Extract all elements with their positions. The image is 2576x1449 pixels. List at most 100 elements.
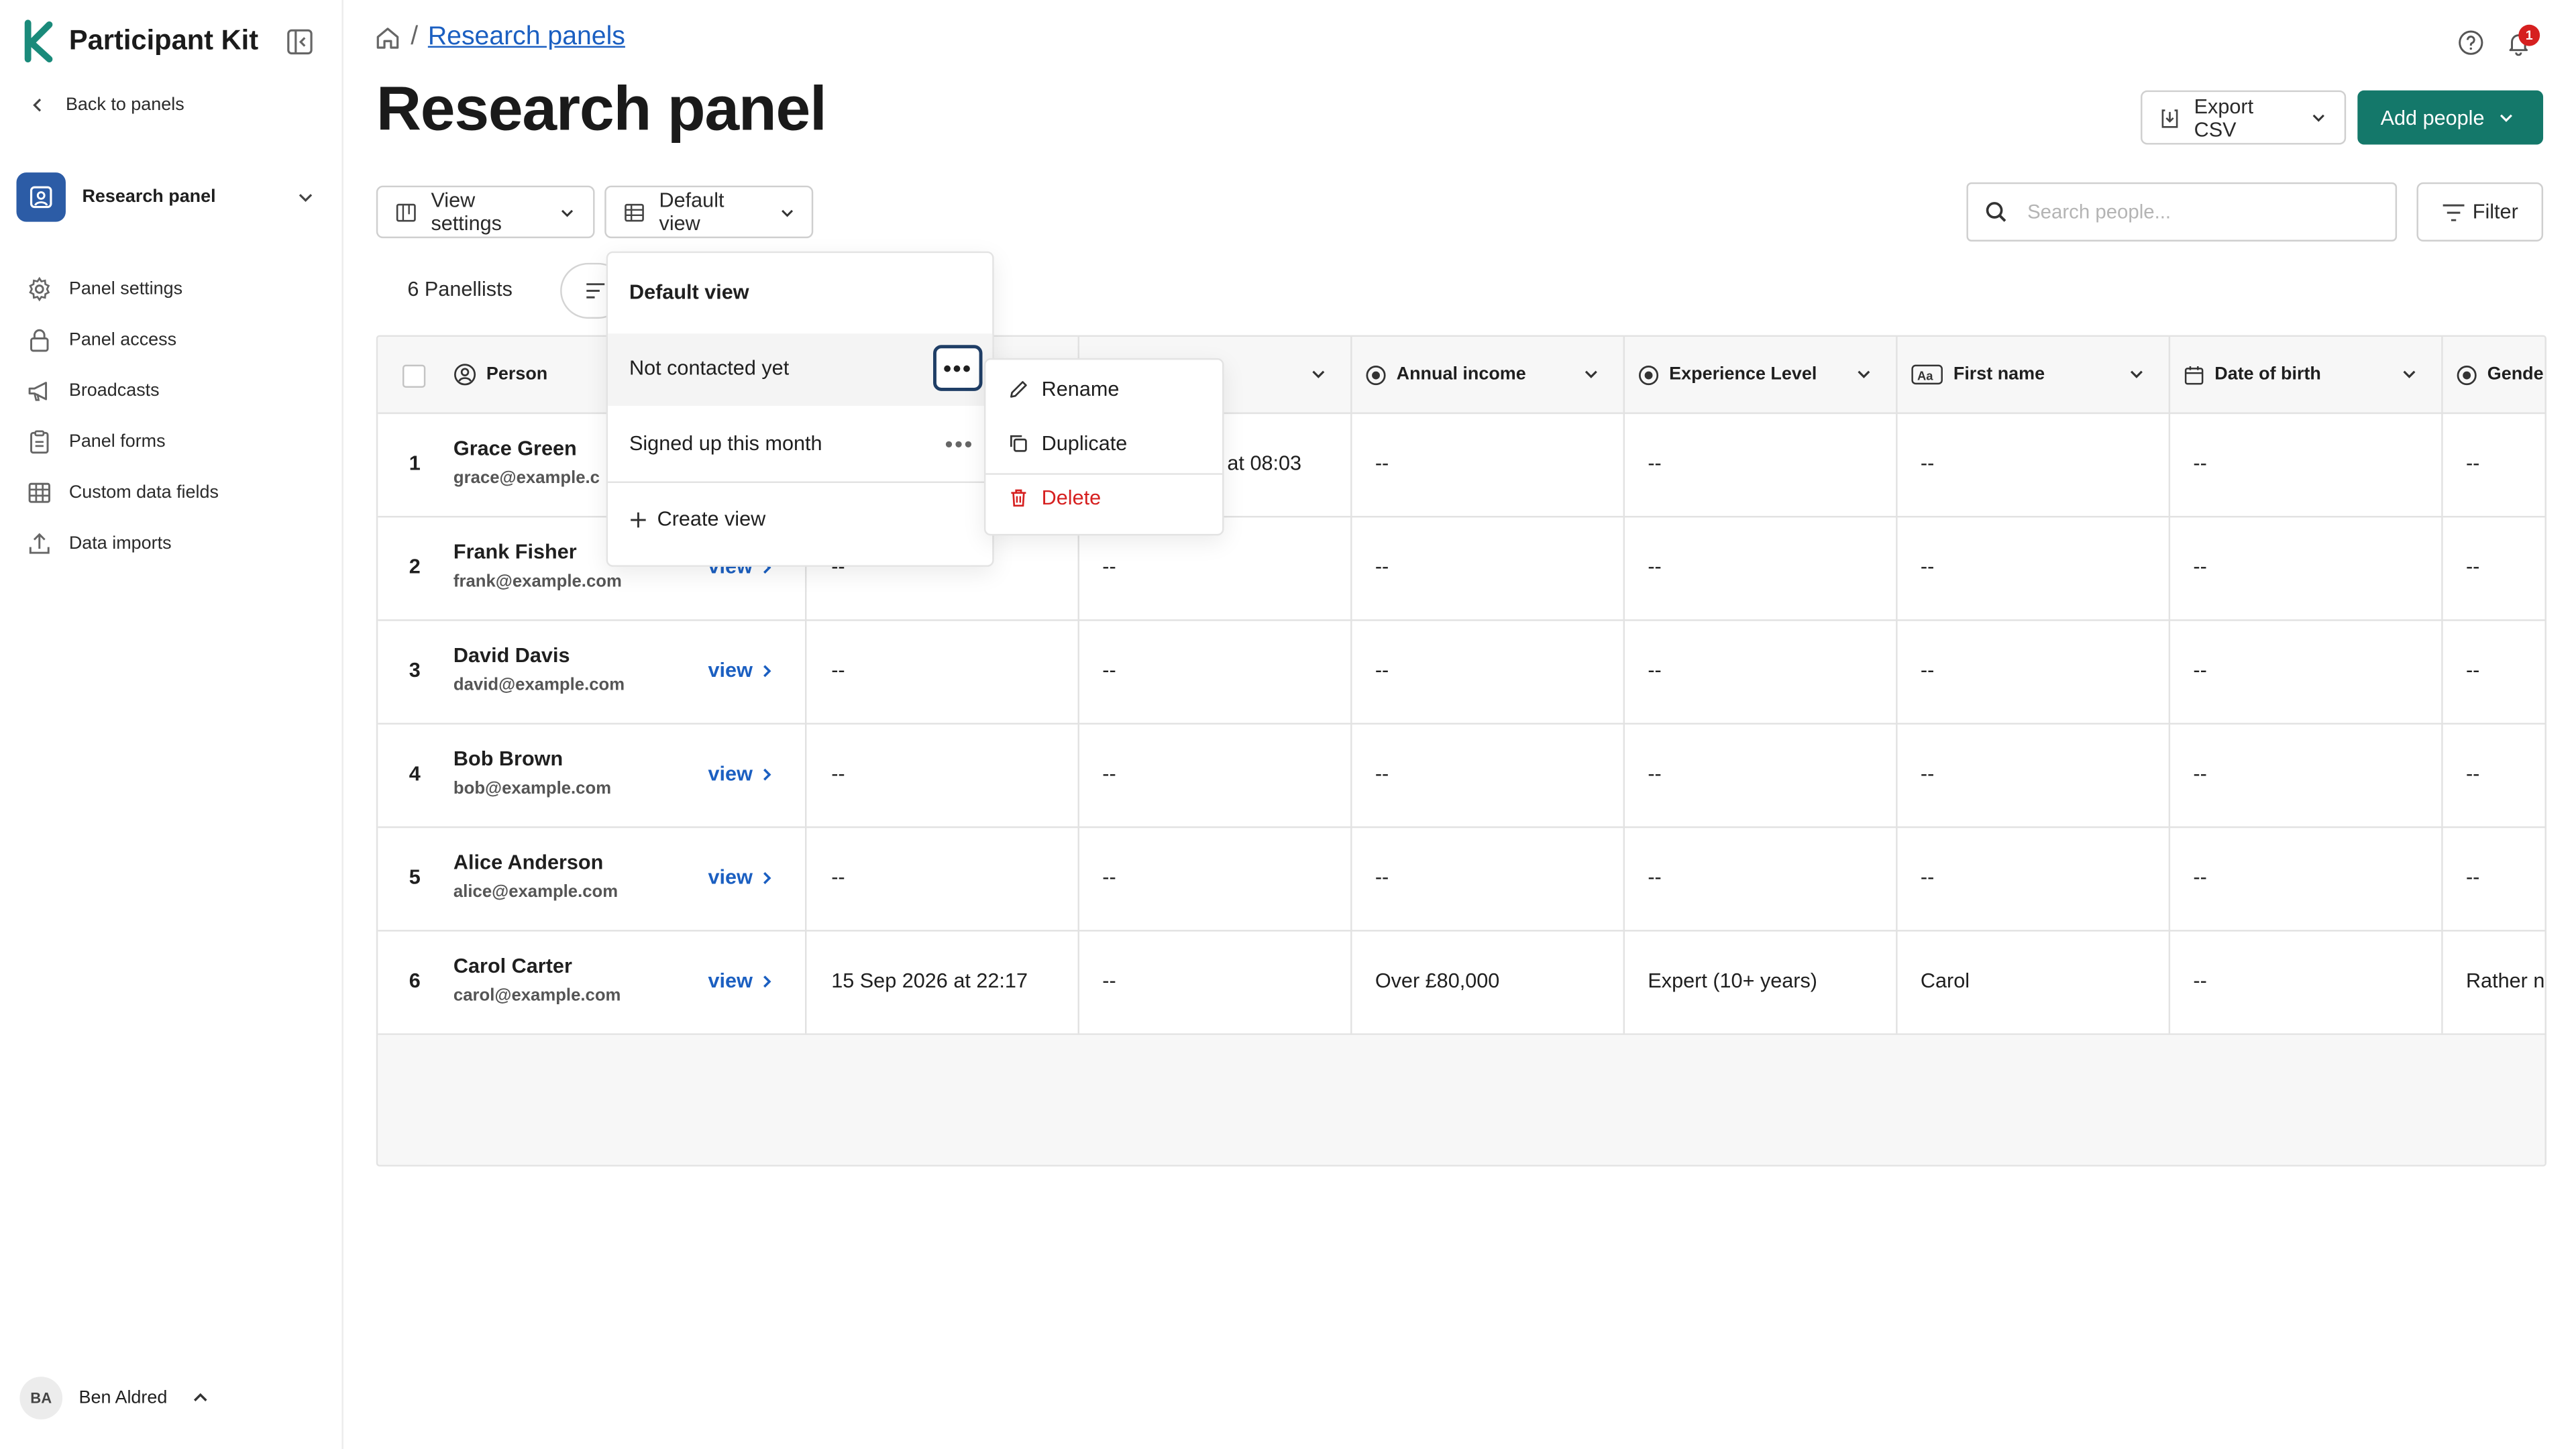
- row-number: 4: [409, 762, 421, 786]
- back-to-panels-label: Back to panels: [65, 95, 184, 115]
- column-header-first-name[interactable]: Aa First name: [1898, 337, 2169, 413]
- dropdown-item-not-contacted-yet[interactable]: Not contacted yet •••: [608, 333, 993, 406]
- dropdown-item-signed-up-this-month[interactable]: Signed up this month •••: [608, 409, 993, 484]
- user-menu[interactable]: BA Ben Aldred: [19, 1377, 210, 1419]
- app-name: Participant Kit: [68, 24, 259, 56]
- view-label: view: [708, 762, 753, 786]
- person-email: david@example.com: [453, 675, 625, 695]
- column-header-experience-level[interactable]: Experience Level: [1625, 337, 1896, 413]
- table-row[interactable]: 3 David Davis david@example.com view -- …: [378, 619, 2545, 725]
- row-number: 2: [409, 555, 421, 579]
- create-view-button[interactable]: Create view: [629, 508, 765, 531]
- sidebar-nav: Panel settings Panel access Broadcasts P…: [26, 263, 219, 569]
- table-cell: --: [2193, 762, 2207, 786]
- export-csv-button[interactable]: Export CSV: [2141, 90, 2347, 145]
- sort-icon: [586, 283, 605, 299]
- select-all-checkbox[interactable]: [402, 364, 426, 388]
- filter-button[interactable]: Filter: [2416, 182, 2544, 242]
- sidebar-item-broadcasts[interactable]: Broadcasts: [26, 365, 219, 416]
- sidebar-item-custom-data-fields[interactable]: Custom data fields: [26, 467, 219, 518]
- table-cell: --: [831, 762, 845, 786]
- sidebar-item-data-imports[interactable]: Data imports: [26, 517, 219, 568]
- row-number: 3: [409, 659, 421, 682]
- brand[interactable]: Participant Kit: [23, 19, 259, 63]
- add-people-button[interactable]: Add people: [2357, 90, 2544, 145]
- table-cell: Expert (10+ years): [1648, 969, 1818, 993]
- view-settings-label: View settings: [431, 189, 502, 235]
- column-header-label: Experience Level: [1669, 364, 1817, 385]
- default-view-button[interactable]: Default view: [604, 185, 814, 239]
- table-cell: --: [1102, 969, 1116, 993]
- chevron-right-icon: [763, 767, 771, 780]
- sidebar-item-panel-forms[interactable]: Panel forms: [26, 416, 219, 467]
- duplicate-menu-item[interactable]: Duplicate: [1009, 432, 1127, 455]
- table-cell: --: [1920, 659, 1935, 682]
- search-input[interactable]: [2024, 199, 2359, 225]
- rename-menu-item[interactable]: Rename: [1009, 378, 1120, 401]
- column-header-label: First name: [1953, 364, 2045, 385]
- table-cell: --: [1648, 451, 1662, 475]
- view-person-link[interactable]: view: [708, 762, 774, 786]
- person-email: carol@example.com: [453, 985, 621, 1006]
- chevron-down-icon: [2403, 370, 2416, 378]
- view-item-label: Not contacted yet: [629, 356, 790, 380]
- person-name: David Davis: [453, 644, 570, 667]
- table-row[interactable]: 5 Alice Anderson alice@example.com view …: [378, 826, 2545, 932]
- rename-label: Rename: [1041, 378, 1120, 401]
- view-label: view: [708, 969, 753, 993]
- export-csv-label: Export CSV: [2194, 94, 2254, 141]
- chevron-down-icon: [2500, 114, 2513, 122]
- table-cell: --: [2465, 659, 2480, 682]
- sidebar-collapse-icon[interactable]: [286, 28, 314, 56]
- table-cell: --: [831, 659, 845, 682]
- view-settings-button[interactable]: View settings: [376, 185, 595, 239]
- column-header-gender[interactable]: Gende: [2443, 337, 2545, 413]
- home-icon[interactable]: [374, 25, 400, 51]
- view-label: view: [708, 659, 753, 682]
- table-cell: --: [2465, 762, 2480, 786]
- help-icon[interactable]: [2458, 30, 2484, 56]
- dropdown-item-default-view[interactable]: Default view: [629, 281, 749, 304]
- sidebar-item-panel-access[interactable]: Panel access: [26, 314, 219, 365]
- table-cell: --: [2465, 451, 2480, 475]
- column-header-date-of-birth[interactable]: Date of birth: [2170, 337, 2441, 413]
- sidebar-item-panel-settings[interactable]: Panel settings: [26, 263, 219, 314]
- chevron-down-icon: [2313, 114, 2325, 122]
- table-icon: [28, 482, 50, 502]
- table-cell: --: [1648, 762, 1662, 786]
- table-row[interactable]: 4 Bob Brown bob@example.com view -- -- -…: [378, 723, 2545, 828]
- table-cell: --: [1375, 865, 1389, 889]
- view-person-link[interactable]: view: [708, 866, 774, 889]
- more-options-icon[interactable]: •••: [933, 345, 983, 391]
- table-cell: --: [2193, 865, 2207, 889]
- row-number: 5: [409, 865, 421, 889]
- table-cell: Carol: [1920, 969, 1970, 993]
- more-options-icon[interactable]: •••: [943, 429, 976, 458]
- view-person-link[interactable]: view: [708, 659, 774, 682]
- table-cell: --: [1648, 659, 1662, 682]
- table-cell: --: [1375, 659, 1389, 682]
- delete-menu-item[interactable]: Delete: [1009, 486, 1101, 509]
- chevron-left-icon: [33, 99, 42, 112]
- avatar: BA: [19, 1377, 63, 1419]
- table-row[interactable]: 6 Carol Carter carol@example.com view 15…: [378, 930, 2545, 1035]
- default-view-label: Default view: [659, 189, 724, 235]
- back-to-panels-link[interactable]: Back to panels: [30, 95, 184, 115]
- column-header-annual-income[interactable]: Annual income: [1352, 337, 1623, 413]
- sidebar: Participant Kit Back to panels Research …: [0, 0, 343, 1449]
- table-cell: at 08:03: [1227, 451, 1302, 475]
- column-divider: [2168, 337, 2171, 413]
- table-cell: --: [1375, 555, 1389, 579]
- chevron-down-icon: [1312, 370, 1325, 378]
- megaphone-icon: [28, 380, 48, 400]
- panel-switcher[interactable]: Research panel: [16, 171, 325, 223]
- table-cell: Over £80,000: [1375, 969, 1500, 993]
- breadcrumb-research-panels-link[interactable]: Research panels: [428, 23, 625, 52]
- person-email: grace@example.c: [453, 468, 600, 488]
- breadcrumb-separator: /: [411, 23, 419, 51]
- view-item-label: Signed up this month: [629, 432, 822, 455]
- chevron-down-icon: [1858, 370, 1870, 378]
- svg-text:Aa: Aa: [1917, 368, 1933, 382]
- view-person-link[interactable]: view: [708, 969, 774, 992]
- search-box[interactable]: [1966, 182, 2398, 242]
